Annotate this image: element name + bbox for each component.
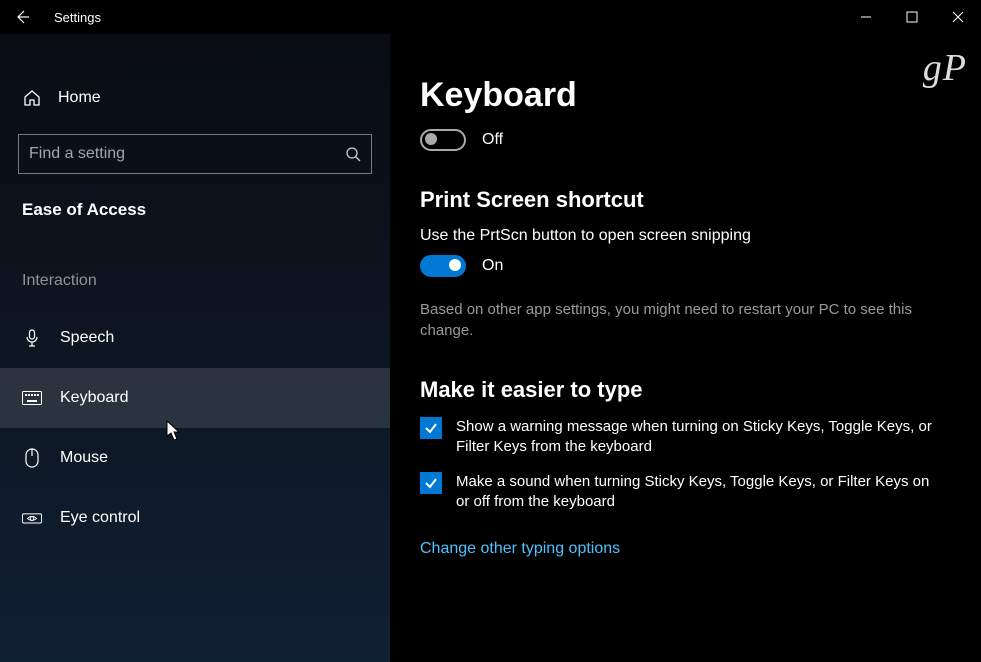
prtscn-toggle-label: On: [482, 257, 503, 275]
section-title: Print Screen shortcut: [420, 187, 951, 213]
category-label: Ease of Access: [0, 194, 390, 220]
search-box[interactable]: [18, 134, 372, 174]
microphone-icon: [22, 328, 42, 348]
check-icon: [424, 421, 438, 435]
home-icon: [22, 88, 42, 108]
close-button[interactable]: [935, 0, 981, 34]
window-title: Settings: [54, 10, 101, 25]
search-input[interactable]: [29, 145, 345, 163]
sidebar-item-label: Eye control: [60, 509, 140, 527]
home-nav[interactable]: Home: [0, 74, 390, 122]
eye-icon: [22, 508, 42, 528]
sidebar: Home Ease of Access Interaction Speech K…: [0, 34, 390, 662]
section-title: Make it easier to type: [420, 377, 951, 403]
checkbox-label: Make a sound when turning Sticky Keys, T…: [456, 472, 940, 513]
check-icon: [424, 476, 438, 490]
section-hint: Based on other app settings, you might n…: [420, 299, 940, 341]
section-desc: Use the PrtScn button to open screen sni…: [420, 227, 951, 245]
prtscn-toggle[interactable]: [420, 255, 466, 277]
checkbox-warning[interactable]: [420, 417, 442, 439]
checkbox-label: Show a warning message when turning on S…: [456, 417, 940, 458]
sidebar-item-speech[interactable]: Speech: [0, 308, 390, 368]
keyboard-toggle[interactable]: [420, 129, 466, 151]
sidebar-item-mouse[interactable]: Mouse: [0, 428, 390, 488]
mouse-icon: [22, 448, 42, 468]
page-title: Keyboard: [420, 76, 951, 115]
change-typing-link[interactable]: Change other typing options: [420, 540, 951, 558]
home-label: Home: [58, 89, 101, 107]
sidebar-item-label: Speech: [60, 329, 114, 347]
checkbox-sound[interactable]: [420, 472, 442, 494]
keyboard-icon: [22, 388, 42, 408]
group-label: Interaction: [0, 272, 390, 290]
sidebar-item-label: Mouse: [60, 449, 108, 467]
titlebar: Settings: [0, 0, 981, 34]
sidebar-item-keyboard[interactable]: Keyboard: [0, 368, 390, 428]
sidebar-item-label: Keyboard: [60, 389, 129, 407]
search-icon: [345, 146, 361, 162]
keyboard-toggle-label: Off: [482, 131, 503, 149]
sidebar-item-eye-control[interactable]: Eye control: [0, 488, 390, 548]
maximize-button[interactable]: [889, 0, 935, 34]
main-content: Keyboard Off Print Screen shortcut Use t…: [390, 34, 981, 662]
minimize-button[interactable]: [843, 0, 889, 34]
back-button[interactable]: [0, 0, 44, 34]
